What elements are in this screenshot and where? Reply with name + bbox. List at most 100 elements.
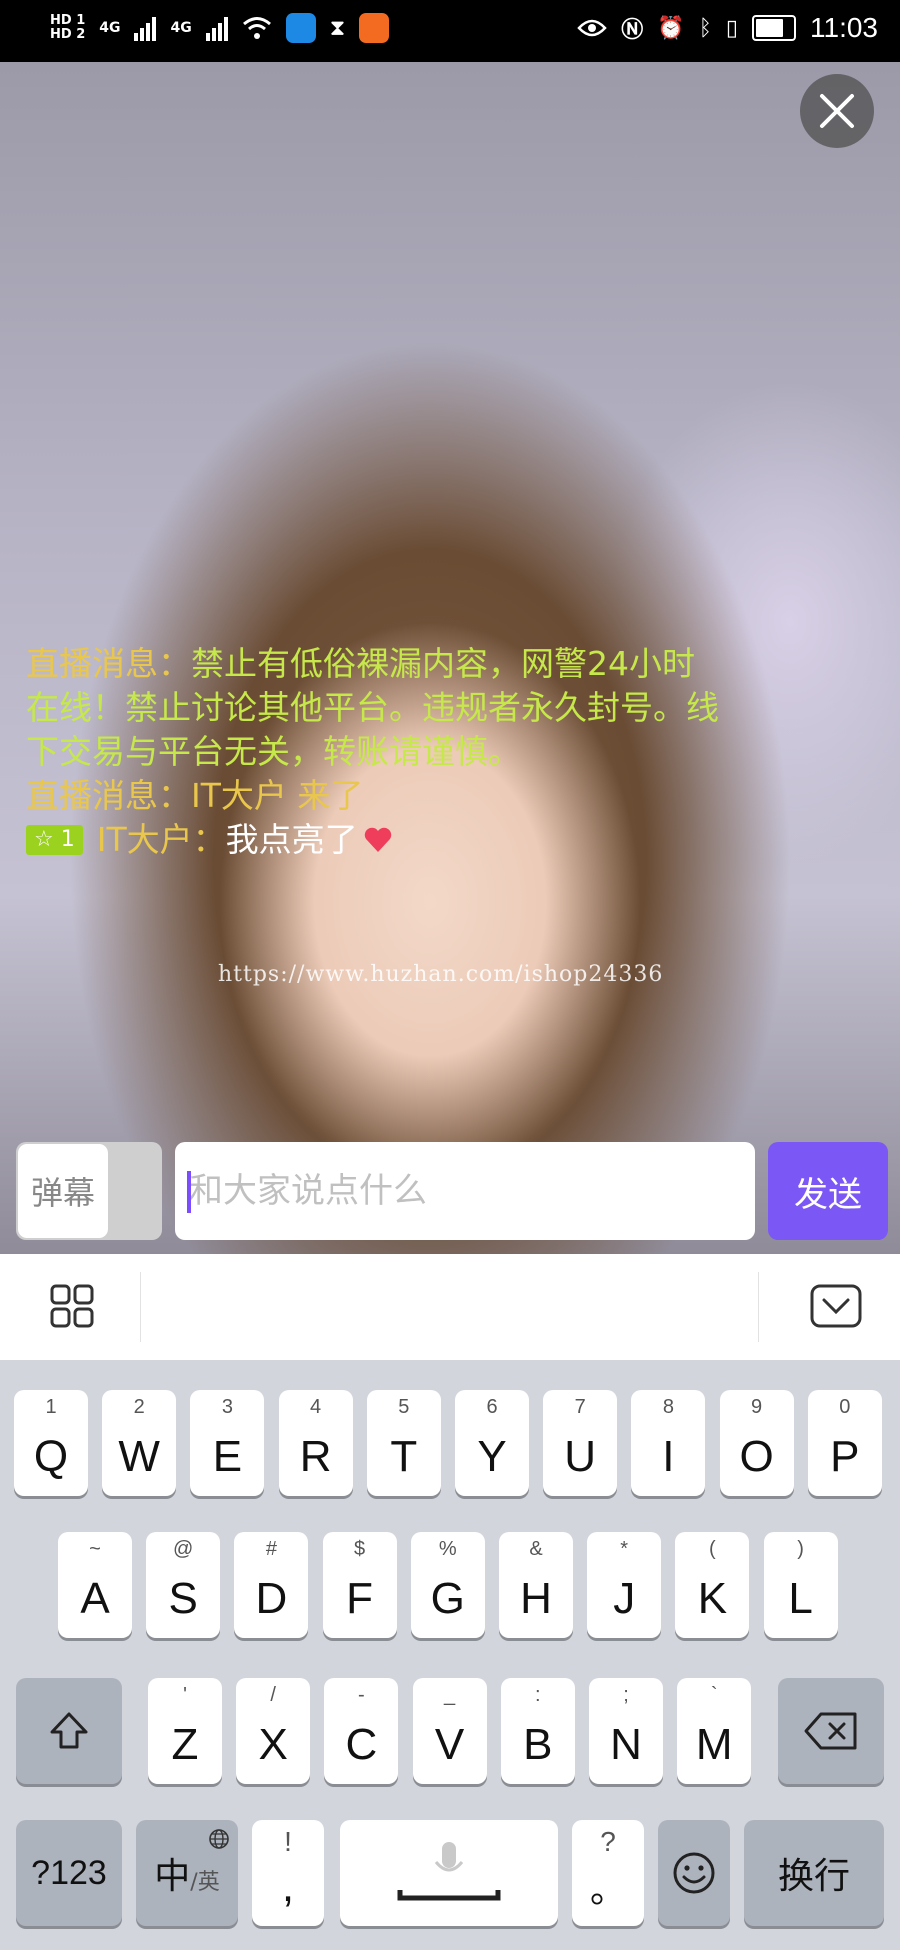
key-q[interactable]: 1Q — [14, 1390, 88, 1496]
keyboard-toolbar — [0, 1254, 900, 1360]
network-type-2: 4G — [170, 20, 192, 36]
watermark: https://www.huzhan.com/ishop24336 — [218, 962, 664, 987]
key-label: Z — [171, 1720, 199, 1769]
key-label: P — [830, 1432, 860, 1481]
key-d[interactable]: # D — [234, 1532, 309, 1638]
key-label: H — [520, 1574, 552, 1623]
close-icon — [820, 94, 854, 128]
key-hint: 2 — [133, 1396, 145, 1418]
backspace-icon — [804, 1712, 857, 1750]
key-u[interactable]: 7U — [543, 1390, 618, 1496]
key-v[interactable]: _ V — [412, 1678, 487, 1784]
numbers-key[interactable]: ?123 — [16, 1820, 122, 1926]
alarm-icon: ⏰ — [657, 15, 685, 41]
key-l[interactable]: ) L — [763, 1532, 838, 1638]
user-message-text: 我点亮了 — [225, 820, 358, 859]
key-hint: @ — [173, 1538, 194, 1560]
send-button[interactable]: 发送 — [768, 1142, 888, 1240]
chat-messages: 直播消息：禁止有低俗裸漏内容，网警24小时在线！禁止讨论其他平台。违规者永久封号… — [26, 642, 726, 862]
eye-icon — [577, 8, 607, 48]
numbers-key-label: ?123 — [31, 1853, 107, 1892]
period-key-label: 。 — [589, 1869, 626, 1910]
key-label: G — [430, 1574, 465, 1623]
signal-2-icon — [205, 15, 228, 41]
keyboard: 1Q2W3E4R5T6Y7U8I9O0P ~ A @ S # D $ F% G & H * J(K) L … — [0, 1360, 900, 1950]
backspace-key[interactable] — [778, 1678, 884, 1784]
grid-icon[interactable] — [50, 1284, 94, 1328]
key-hint: ) — [797, 1538, 804, 1560]
key-hint: 4 — [310, 1396, 322, 1418]
key-b[interactable]: :B — [500, 1678, 575, 1784]
app-fox-icon — [359, 13, 390, 43]
key-label: W — [118, 1432, 160, 1481]
key-f[interactable]: $ F — [322, 1532, 397, 1638]
key-h[interactable]: & H — [499, 1532, 573, 1638]
danmu-toggle[interactable]: 弹幕 — [16, 1142, 162, 1240]
key-hint: ' — [183, 1684, 187, 1706]
hide-keyboard-icon[interactable] — [810, 1284, 862, 1328]
key-label: Y — [477, 1432, 507, 1481]
key-hint: / — [270, 1684, 276, 1706]
key-hint: % — [438, 1538, 457, 1560]
close-button[interactable] — [800, 74, 874, 148]
key-c[interactable]: -C — [324, 1678, 399, 1784]
key-hint: & — [529, 1538, 543, 1560]
comma-key[interactable]: ! , — [252, 1820, 324, 1926]
language-key-label: 中 — [154, 1856, 191, 1897]
key-hint: : — [535, 1684, 541, 1706]
message-input[interactable] — [175, 1142, 755, 1240]
key-z[interactable]: ' Z — [148, 1678, 222, 1784]
key-w[interactable]: 2W — [102, 1390, 177, 1496]
toolbar-divider — [758, 1272, 759, 1342]
key-i[interactable]: 8I — [631, 1390, 706, 1496]
key-hint: - — [358, 1684, 365, 1706]
key-label: X — [258, 1720, 288, 1769]
vibrate-icon: ▯ — [725, 15, 738, 41]
key-r[interactable]: 4R — [278, 1390, 353, 1496]
key-j[interactable]: * J — [587, 1532, 662, 1638]
system-message: 直播消息：禁止有低俗裸漏内容，网警24小时在线！禁止讨论其他平台。违规者永久封号… — [26, 642, 726, 774]
key-t[interactable]: 5T — [366, 1390, 441, 1496]
key-label: Q — [33, 1432, 69, 1481]
key-label: E — [212, 1432, 243, 1481]
key-m[interactable]: ` M — [677, 1678, 752, 1784]
key-hint: ` — [710, 1684, 718, 1706]
key-label: K — [697, 1574, 728, 1623]
key-a[interactable]: ~ A — [58, 1532, 132, 1638]
key-g[interactable]: % G — [410, 1532, 485, 1638]
system-message-label: 直播消息： — [26, 776, 191, 815]
user-message: ☆ 1 IT大户： 我点亮了 — [26, 818, 726, 862]
comma-key-hint: ! — [284, 1826, 292, 1857]
key-hint: 6 — [486, 1396, 498, 1418]
key-label: N — [610, 1720, 642, 1769]
key-e[interactable]: 3E — [190, 1390, 265, 1496]
text-caret — [187, 1171, 191, 1213]
shift-key[interactable] — [16, 1678, 122, 1784]
mic-icon — [397, 1842, 501, 1901]
key-label: U — [564, 1432, 597, 1481]
key-hint: 0 — [839, 1396, 851, 1418]
key-label: S — [168, 1574, 198, 1623]
key-y[interactable]: 6Y — [455, 1390, 529, 1496]
key-x[interactable]: / X — [236, 1678, 311, 1784]
space-key[interactable] — [340, 1820, 558, 1926]
language-key[interactable]: 中/英 — [136, 1820, 238, 1926]
status-bar: HD 1 HD 2 4G 4G ⧗ Ⓝ ⏰ ᛒ ▯ 11:03 — [0, 0, 900, 62]
key-o[interactable]: 9O — [719, 1390, 794, 1496]
user-level-badge: ☆ 1 — [26, 825, 83, 855]
key-p[interactable]: 0P — [807, 1390, 882, 1496]
key-hint: 1 — [45, 1396, 57, 1418]
key-hint: 7 — [574, 1396, 586, 1418]
key-hint: ~ — [89, 1538, 101, 1560]
key-n[interactable]: ; N — [589, 1678, 663, 1784]
enter-key[interactable]: 换行 — [744, 1820, 884, 1926]
hd-indicator: HD 1 HD 2 — [50, 14, 85, 42]
danmu-toggle-label: 弹幕 — [18, 1144, 108, 1238]
emoji-key[interactable] — [658, 1820, 730, 1926]
screen: HD 1 HD 2 4G 4G ⧗ Ⓝ ⏰ ᛒ ▯ 11:03 直播消息：禁止有… — [0, 0, 900, 1950]
period-key[interactable]: ? 。 — [572, 1820, 644, 1926]
key-s[interactable]: @ S — [146, 1532, 221, 1638]
key-hint: 3 — [221, 1396, 233, 1418]
key-k[interactable]: (K — [675, 1532, 750, 1638]
nfc-icon: Ⓝ — [621, 18, 644, 43]
